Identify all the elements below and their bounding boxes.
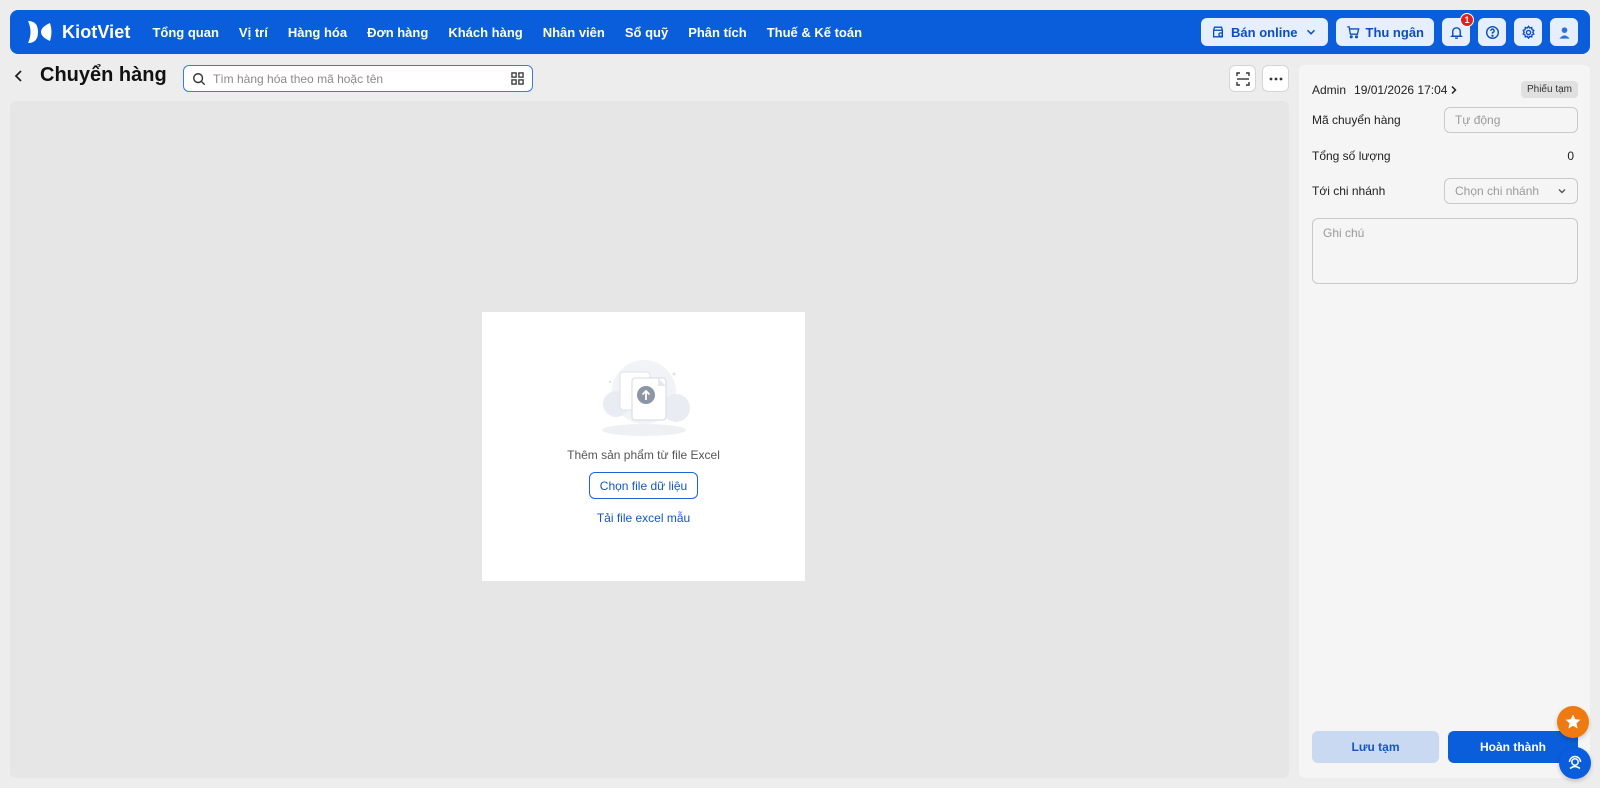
transfer-code-row: Mã chuyển hàng <box>1312 107 1578 133</box>
excel-import-card: Thêm sản phẩm từ file Excel Chọn file dữ… <box>482 312 805 581</box>
chevron-right-icon <box>1451 85 1457 94</box>
back-button[interactable] <box>10 66 28 86</box>
online-sales-button[interactable]: Bán online <box>1201 18 1328 46</box>
nav-item-cashbook[interactable]: Sổ quỹ <box>625 25 668 40</box>
bell-icon <box>1449 26 1463 39</box>
total-quantity-value: 0 <box>1567 149 1574 163</box>
support-floating-button[interactable] <box>1559 747 1591 779</box>
cloud-upload-illustration <box>601 360 690 436</box>
nav-item-tax-accounting[interactable]: Thuế & Kế toán <box>767 25 862 40</box>
back-arrow-icon <box>14 70 22 82</box>
qr-grid-icon[interactable] <box>511 72 524 85</box>
page-title: Chuyển hàng <box>40 64 167 86</box>
favorite-floating-button[interactable] <box>1557 706 1589 738</box>
import-title: Thêm sản phẩm từ file Excel <box>567 448 720 462</box>
nav-item-overview[interactable]: Tổng quan <box>152 25 218 40</box>
nav-item-orders[interactable]: Đơn hàng <box>367 25 428 40</box>
choose-file-button[interactable]: Chọn file dữ liệu <box>588 472 699 499</box>
top-actions: Bán online Thu ngân 1 <box>1201 13 1578 46</box>
status-badge: Phiếu tạm <box>1520 81 1578 98</box>
transfer-code-input[interactable] <box>1444 107 1578 133</box>
transfer-code-label: Mã chuyển hàng <box>1312 113 1401 127</box>
total-quantity-label: Tổng số lượng <box>1312 149 1391 163</box>
notification-badge: 1 <box>1460 13 1474 27</box>
user-avatar-icon <box>1558 26 1570 39</box>
chevron-down-icon <box>1558 189 1566 194</box>
scan-icon <box>1235 71 1250 86</box>
user-name: Admin <box>1312 82 1347 97</box>
brand-name: KiotViet <box>62 21 131 42</box>
save-draft-button[interactable]: Lưu tạm <box>1312 731 1439 763</box>
star-icon <box>1565 714 1581 729</box>
cashier-label: Thu ngân <box>1365 24 1425 40</box>
product-list-area: Thêm sản phẩm từ file Excel Chọn file dữ… <box>10 101 1289 778</box>
datetime-value: 19/01/2026 17:04 <box>1354 82 1448 97</box>
help-icon <box>1485 25 1499 39</box>
chevron-down-icon <box>1306 29 1315 35</box>
more-options-button[interactable] <box>1262 65 1289 92</box>
target-branch-label: Tới chi nhánh <box>1312 184 1386 198</box>
branch-select[interactable]: Chọn chi nhánh <box>1444 178 1578 204</box>
target-branch-row: Tới chi nhánh Chọn chi nhánh <box>1312 178 1578 204</box>
nav-item-analytics[interactable]: Phân tích <box>688 25 747 40</box>
nav-item-staff[interactable]: Nhân viên <box>543 25 605 40</box>
cart-icon <box>1346 26 1360 39</box>
help-button[interactable] <box>1478 18 1506 46</box>
support-agent-icon <box>1568 755 1582 770</box>
nav-item-products[interactable]: Hàng hóa <box>288 25 347 40</box>
online-sales-label: Bán online <box>1231 24 1298 40</box>
brand-logo[interactable]: KiotViet <box>24 17 130 47</box>
note-field[interactable] <box>1312 218 1578 284</box>
settings-button[interactable] <box>1514 18 1542 46</box>
top-navigation-bar: KiotViet Tổng quan Vị trí Hàng hóa Đơn h… <box>10 10 1590 54</box>
search-input[interactable] <box>213 71 504 86</box>
shop-icon <box>1213 26 1224 38</box>
gear-icon <box>1521 24 1535 39</box>
panel-header: Admin 19/01/2026 17:04 Phiếu tạm <box>1312 81 1578 98</box>
datetime-picker[interactable]: 19/01/2026 17:04 <box>1354 83 1458 97</box>
cashier-button[interactable]: Thu ngân <box>1335 18 1434 46</box>
nav-item-customers[interactable]: Khách hàng <box>448 25 522 40</box>
total-quantity-row: Tổng số lượng 0 <box>1312 143 1578 169</box>
product-search <box>183 65 533 92</box>
branch-select-placeholder: Chọn chi nhánh <box>1455 184 1540 198</box>
notifications-button[interactable]: 1 <box>1442 13 1474 46</box>
search-icon <box>193 72 206 85</box>
user-avatar-button[interactable] <box>1550 18 1578 46</box>
transfer-details-panel: Admin 19/01/2026 17:04 Phiếu tạm Mã chuy… <box>1299 65 1590 778</box>
main-nav: Tổng quan Vị trí Hàng hóa Đơn hàng Khách… <box>152 25 862 40</box>
scan-button[interactable] <box>1229 65 1256 92</box>
download-template-link[interactable]: Tải file excel mẫu <box>597 511 690 525</box>
more-icon <box>1269 77 1282 80</box>
kiotviet-logo-icon <box>28 21 52 43</box>
nav-item-location[interactable]: Vị trí <box>239 25 268 40</box>
